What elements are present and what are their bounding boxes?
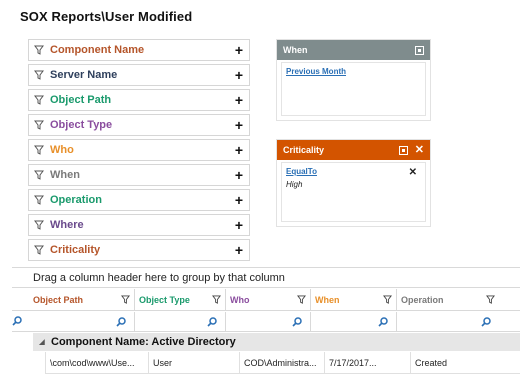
filter-field-component-name[interactable]: Component Name + <box>28 39 250 61</box>
criticality-panel-body: EqualTo High ✕ <box>281 162 426 222</box>
filter-field-where[interactable]: Where + <box>28 214 250 236</box>
row-indent <box>33 352 46 374</box>
page-title: SOX Reports\User Modified <box>20 9 193 24</box>
filter-field-label: Component Name <box>50 44 145 56</box>
criticality-operator-link[interactable]: EqualTo <box>286 167 421 176</box>
when-panel-header: When <box>277 40 430 60</box>
search-icon[interactable] <box>116 316 126 327</box>
column-filter-cell[interactable] <box>226 312 311 331</box>
search-icon[interactable] <box>207 316 217 327</box>
criticality-panel-title: Criticality <box>283 145 325 155</box>
filter-field-operation[interactable]: Operation + <box>28 189 250 211</box>
filter-icon <box>34 245 44 255</box>
column-filter-cell[interactable] <box>397 312 499 331</box>
add-filter-icon[interactable]: + <box>235 193 243 207</box>
filter-field-list: Component Name + Server Name + Object Path + O… <box>28 39 250 264</box>
cell-when: 7/17/2017... <box>325 352 411 373</box>
filter-field-object-type[interactable]: Object Type + <box>28 114 250 136</box>
filter-field-when[interactable]: When + <box>28 164 250 186</box>
filter-icon <box>34 220 44 230</box>
collapse-icon[interactable]: ◢ <box>33 338 51 346</box>
grid-header: Object Path Object Type Who When Operation <box>12 289 520 311</box>
filter-field-label: Where <box>50 219 84 231</box>
when-panel-title: When <box>283 45 308 55</box>
cell-object-path: \com\cod\www\Use... <box>46 352 149 373</box>
search-icon[interactable] <box>481 316 491 327</box>
group-row-label: Component Name: Active Directory <box>51 336 236 348</box>
column-header-who[interactable]: Who <box>226 289 311 310</box>
column-filter-icon[interactable] <box>383 295 392 304</box>
group-by-area[interactable]: Drag a column header here to group by th… <box>12 267 520 288</box>
filter-field-server-name[interactable]: Server Name + <box>28 64 250 86</box>
filter-icon <box>34 45 44 55</box>
filter-field-label: Criticality <box>50 244 101 256</box>
column-header-label: Object Path <box>33 294 84 305</box>
add-filter-icon[interactable]: + <box>235 43 243 57</box>
filter-icon <box>34 95 44 105</box>
filter-field-criticality[interactable]: Criticality + <box>28 239 250 261</box>
column-filter-icon[interactable] <box>297 295 306 304</box>
cell-who: COD\Administra... <box>240 352 325 373</box>
maximize-icon[interactable] <box>415 45 424 55</box>
search-icon[interactable] <box>12 316 22 326</box>
criticality-value: High <box>286 180 303 189</box>
add-filter-icon[interactable]: + <box>235 68 243 82</box>
cell-operation: Created <box>415 357 448 368</box>
column-header-object-path[interactable]: Object Path <box>12 289 135 310</box>
grid-filter-row <box>12 312 520 332</box>
table-row[interactable]: \com\cod\www\Use... User COD\Administra.… <box>46 352 520 374</box>
filter-icon <box>34 170 44 180</box>
add-filter-icon[interactable]: + <box>235 93 243 107</box>
column-filter-icon[interactable] <box>486 295 495 304</box>
criticality-panel-header: Criticality ✕ <box>277 140 430 160</box>
add-filter-icon[interactable]: + <box>235 243 243 257</box>
filter-icon <box>34 195 44 205</box>
group-row[interactable]: ◢ Component Name: Active Directory <box>33 333 520 351</box>
search-icon[interactable] <box>378 316 388 327</box>
when-panel-body: Previous Month <box>281 62 426 116</box>
column-filter-cell[interactable] <box>12 312 135 331</box>
column-header-when[interactable]: When <box>311 289 397 310</box>
criticality-filter-panel: Criticality ✕ EqualTo High ✕ <box>276 139 431 227</box>
column-filter-cell[interactable] <box>135 312 226 331</box>
filter-field-label: Who <box>50 144 74 156</box>
column-filter-icon[interactable] <box>121 295 130 304</box>
filter-field-who[interactable]: Who + <box>28 139 250 161</box>
add-filter-icon[interactable]: + <box>235 118 243 132</box>
filter-icon <box>34 145 44 155</box>
filter-field-label: Object Path <box>50 94 112 106</box>
maximize-icon[interactable] <box>398 145 408 155</box>
add-filter-icon[interactable]: + <box>235 143 243 157</box>
close-icon[interactable]: ✕ <box>415 144 424 156</box>
column-header-label: When <box>315 294 340 305</box>
filter-field-label: Operation <box>50 194 102 206</box>
search-icon[interactable] <box>292 316 302 327</box>
column-header-label: Operation <box>401 294 444 305</box>
add-filter-icon[interactable]: + <box>235 218 243 232</box>
filter-field-label: When <box>50 169 80 181</box>
when-filter-panel: When Previous Month <box>276 39 431 121</box>
filter-field-label: Object Type <box>50 119 113 131</box>
column-filter-cell[interactable] <box>311 312 397 331</box>
column-header-label: Object Type <box>139 294 190 305</box>
cell-object-type: User <box>149 352 240 373</box>
column-header-operation[interactable]: Operation <box>397 289 499 310</box>
column-filter-icon[interactable] <box>212 295 221 304</box>
filter-icon <box>34 120 44 130</box>
filter-field-label: Server Name <box>50 69 118 81</box>
add-filter-icon[interactable]: + <box>235 168 243 182</box>
column-header-label: Who <box>230 294 250 305</box>
filter-field-object-path[interactable]: Object Path + <box>28 89 250 111</box>
column-header-object-type[interactable]: Object Type <box>135 289 226 310</box>
filter-icon <box>34 70 44 80</box>
when-value-link[interactable]: Previous Month <box>286 67 421 76</box>
remove-condition-icon[interactable]: ✕ <box>409 167 417 178</box>
